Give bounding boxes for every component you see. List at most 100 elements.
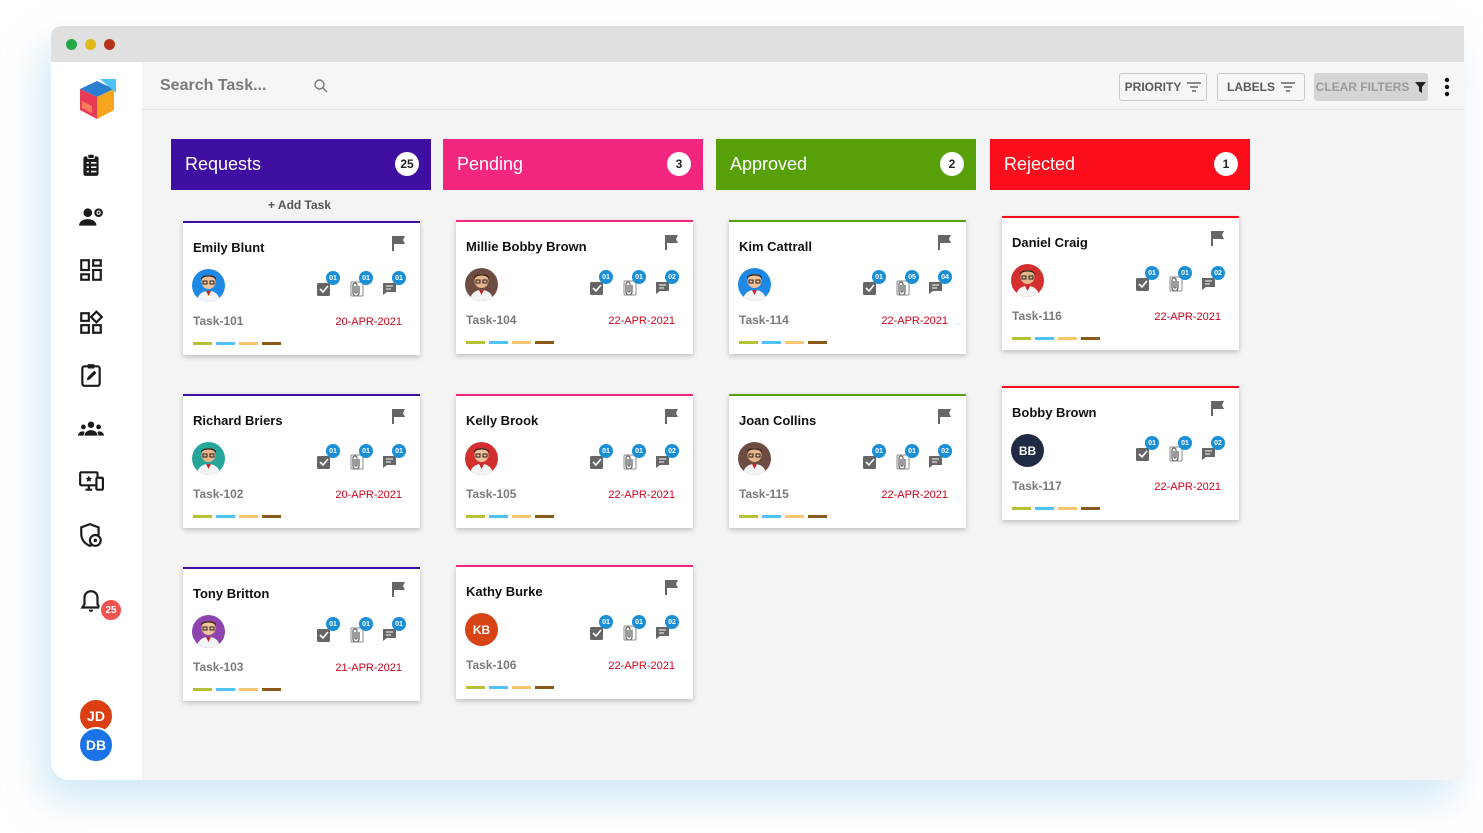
dashboard-icon[interactable] <box>77 256 105 284</box>
search-icon[interactable] <box>313 78 329 94</box>
column-title: Rejected <box>1004 154 1076 174</box>
window-minimize-button[interactable] <box>85 39 96 50</box>
flag-icon[interactable] <box>665 408 679 424</box>
add-task-button[interactable]: + Add Task <box>268 198 331 212</box>
label-bars <box>193 688 281 691</box>
filter-lines-icon <box>1187 82 1202 92</box>
comment-count-badge: 02 <box>665 615 679 629</box>
security-shield-icon[interactable] <box>77 521 105 549</box>
task-card[interactable]: Joan Collins 01 01 02 Task-115 22-APR-2021 <box>729 394 966 528</box>
sidebar: 25 JD DB <box>51 62 142 780</box>
label-bar <box>262 688 281 691</box>
flag-icon[interactable] <box>665 234 679 250</box>
app-logo-icon[interactable] <box>76 77 118 121</box>
flag-icon[interactable] <box>938 234 952 250</box>
attachment-count-badge: 01 <box>632 444 646 458</box>
checklist-count-badge: 01 <box>872 270 886 284</box>
funnel-icon <box>1415 81 1427 93</box>
label-bar <box>739 515 758 518</box>
priority-filter-button[interactable]: PRIORITY <box>1119 73 1207 101</box>
label-bar <box>216 342 235 345</box>
task-id: Task-102 <box>193 487 244 501</box>
window-close-button[interactable] <box>104 39 115 50</box>
assignee-avatar <box>465 442 498 475</box>
due-date: 21-APR-2021 <box>335 662 402 674</box>
task-id: Task-116 <box>1012 309 1062 323</box>
task-card[interactable]: Kathy Burke KB 01 01 02 Task-106 22-APR-2021 <box>456 565 693 699</box>
column-header-2[interactable]: Approved 2 <box>716 139 976 190</box>
label-bar <box>489 686 508 689</box>
search-input[interactable]: Search Task... <box>160 77 266 95</box>
clipboard-list-icon[interactable] <box>77 151 105 179</box>
more-options-icon[interactable] <box>1444 77 1450 97</box>
checklist-count-badge: 01 <box>326 617 340 631</box>
label-bar <box>193 515 212 518</box>
column-count-badge: 1 <box>1214 152 1238 176</box>
task-card[interactable]: Emily Blunt 01 01 01 Task-101 20-APR-2021 <box>183 221 420 355</box>
column-count-badge: 2 <box>940 152 964 176</box>
label-bar <box>466 686 485 689</box>
task-id: Task-101 <box>193 314 244 328</box>
label-bar <box>489 515 508 518</box>
task-card[interactable]: Tony Britton 01 01 01 Task-103 21-APR-2021 <box>183 567 420 701</box>
due-date: 22-APR-2021 <box>608 660 675 672</box>
label-bar <box>535 341 554 344</box>
label-bars <box>1012 507 1100 510</box>
label-bar <box>262 342 281 345</box>
label-bar <box>262 515 281 518</box>
due-date: 22-APR-2021 <box>881 489 948 501</box>
task-id: Task-105 <box>466 487 517 501</box>
flag-icon[interactable] <box>938 408 952 424</box>
label-bar <box>216 688 235 691</box>
label-bar <box>512 686 531 689</box>
flag-icon[interactable] <box>1211 400 1225 416</box>
column-header-3[interactable]: Rejected 1 <box>990 139 1250 190</box>
user-settings-icon[interactable] <box>77 203 105 231</box>
attachment-count-badge: 01 <box>359 444 373 458</box>
label-bar <box>512 341 531 344</box>
window-maximize-button[interactable] <box>66 39 77 50</box>
avatar-initials: KB <box>472 622 491 637</box>
edit-clipboard-icon[interactable] <box>77 361 105 389</box>
task-card[interactable]: Millie Bobby Brown 01 01 02 Task-104 22-APR-2… <box>456 220 693 354</box>
widgets-icon[interactable] <box>77 309 105 337</box>
user-avatar-db[interactable]: DB <box>78 727 114 763</box>
due-date: 20-APR-2021 <box>335 489 402 501</box>
assignee-avatar <box>192 269 225 302</box>
task-card[interactable]: Bobby Brown BB 01 01 02 Task-117 22-APR-2021 <box>1002 386 1239 520</box>
labels-filter-button[interactable]: LABELS <box>1217 73 1305 101</box>
column-header-0[interactable]: Requests 25 <box>171 139 431 190</box>
assignee-name: Tony Britton <box>193 586 270 601</box>
clear-filters-button[interactable]: CLEAR FILTERS <box>1314 73 1428 101</box>
avatar-initials: BB <box>1018 443 1037 458</box>
task-card[interactable]: Kim Cattrall 01 05 04 Task-114 22-APR-2021 <box>729 220 966 354</box>
label-bar <box>489 341 508 344</box>
task-card[interactable]: Daniel Craig 01 01 02 Task-116 22-APR-2021 <box>1002 216 1239 350</box>
label-bars <box>466 341 554 344</box>
label-bar <box>808 515 827 518</box>
label-bar <box>1012 507 1031 510</box>
flag-icon[interactable] <box>392 235 406 251</box>
column-header-1[interactable]: Pending 3 <box>443 139 703 190</box>
assignee-avatar <box>738 442 771 475</box>
task-id: Task-104 <box>466 313 517 327</box>
monitor-star-icon[interactable] <box>77 467 105 495</box>
label-bar <box>239 688 258 691</box>
attachment-count-badge: 05 <box>905 270 919 284</box>
flag-icon[interactable] <box>665 579 679 595</box>
label-bar <box>193 342 212 345</box>
label-bars <box>739 341 827 344</box>
team-icon[interactable] <box>77 414 105 442</box>
flag-icon[interactable] <box>392 408 406 424</box>
clear-filters-label: CLEAR FILTERS <box>1315 80 1410 94</box>
task-card[interactable]: Richard Briers 01 01 01 Task-102 20-APR-2021 <box>183 394 420 528</box>
assignee-name: Millie Bobby Brown <box>466 239 587 254</box>
flag-icon[interactable] <box>392 581 406 597</box>
label-bars <box>1012 337 1100 340</box>
attachment-count-badge: 01 <box>359 617 373 631</box>
flag-icon[interactable] <box>1211 230 1225 246</box>
comment-count-badge: 02 <box>1211 266 1225 280</box>
label-bar <box>1058 337 1077 340</box>
task-card[interactable]: Kelly Brook 01 01 02 Task-105 22-APR-2021 <box>456 394 693 528</box>
label-bar <box>762 515 781 518</box>
